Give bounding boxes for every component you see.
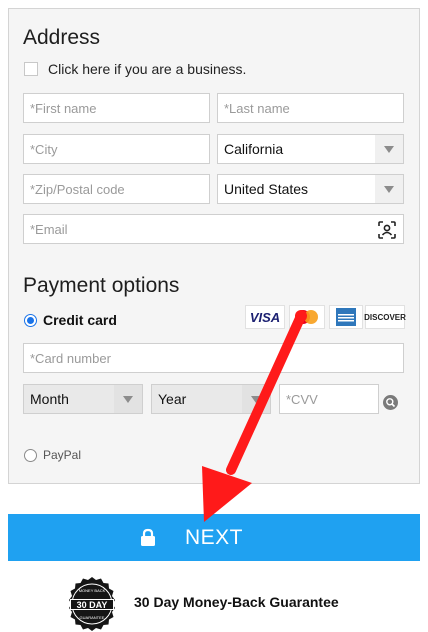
country-value: United States	[224, 181, 309, 197]
business-checkbox-label[interactable]: Click here if you are a business.	[48, 61, 246, 77]
chevron-down-icon	[242, 385, 270, 413]
chevron-down-icon	[375, 175, 403, 203]
guarantee-badge: 30 DAY MONEY BACK GUARANTEE	[64, 576, 120, 632]
lock-icon	[140, 528, 156, 546]
year-value: Year	[158, 391, 187, 407]
country-select[interactable]: United States	[217, 174, 404, 204]
email-placeholder: *Email	[30, 221, 68, 237]
cvv-input[interactable]: *CVV	[279, 384, 379, 414]
visa-logo: VISA	[245, 305, 285, 329]
last-name-placeholder: *Last name	[224, 100, 290, 116]
card-number-placeholder: *Card number	[30, 350, 111, 366]
city-input[interactable]: *City	[23, 134, 210, 164]
month-value: Month	[30, 391, 69, 407]
city-placeholder: *City	[30, 141, 58, 157]
month-select[interactable]: Month	[23, 384, 143, 414]
badge-ring-bottom: GUARANTEE	[80, 615, 105, 620]
next-button-label: NEXT	[184, 525, 243, 549]
guarantee-text: 30 Day Money-Back Guarantee	[134, 594, 339, 610]
first-name-placeholder: *First name	[30, 100, 97, 116]
zip-input[interactable]: *Zip/Postal code	[23, 174, 210, 204]
cvv-placeholder: *CVV	[286, 391, 318, 407]
credit-card-radio[interactable]	[24, 314, 37, 327]
amex-logo	[329, 305, 363, 329]
mastercard-logo	[289, 305, 325, 329]
credit-card-label[interactable]: Credit card	[43, 312, 117, 328]
payment-heading: Payment options	[23, 274, 180, 297]
chevron-down-icon	[375, 135, 403, 163]
paypal-radio[interactable]	[24, 449, 37, 462]
year-select[interactable]: Year	[151, 384, 271, 414]
card-number-input[interactable]: *Card number	[23, 343, 404, 373]
zip-placeholder: *Zip/Postal code	[30, 181, 125, 197]
email-input[interactable]: *Email	[23, 214, 404, 244]
badge-ring-top: MONEY BACK	[79, 588, 106, 593]
paypal-label[interactable]: PayPal	[43, 448, 81, 462]
badge-main-text: 30 DAY	[77, 600, 108, 610]
business-checkbox[interactable]	[24, 62, 38, 76]
next-button[interactable]: NEXT	[8, 514, 420, 561]
first-name-input[interactable]: *First name	[23, 93, 210, 123]
chevron-down-icon	[114, 385, 142, 413]
state-select[interactable]: California	[217, 134, 404, 164]
state-value: California	[224, 141, 284, 157]
address-heading: Address	[23, 26, 101, 49]
last-name-input[interactable]: *Last name	[217, 93, 404, 123]
discover-logo: DISCOVER	[364, 305, 406, 329]
contact-scan-icon[interactable]	[377, 220, 397, 240]
search-icon[interactable]	[383, 395, 398, 410]
